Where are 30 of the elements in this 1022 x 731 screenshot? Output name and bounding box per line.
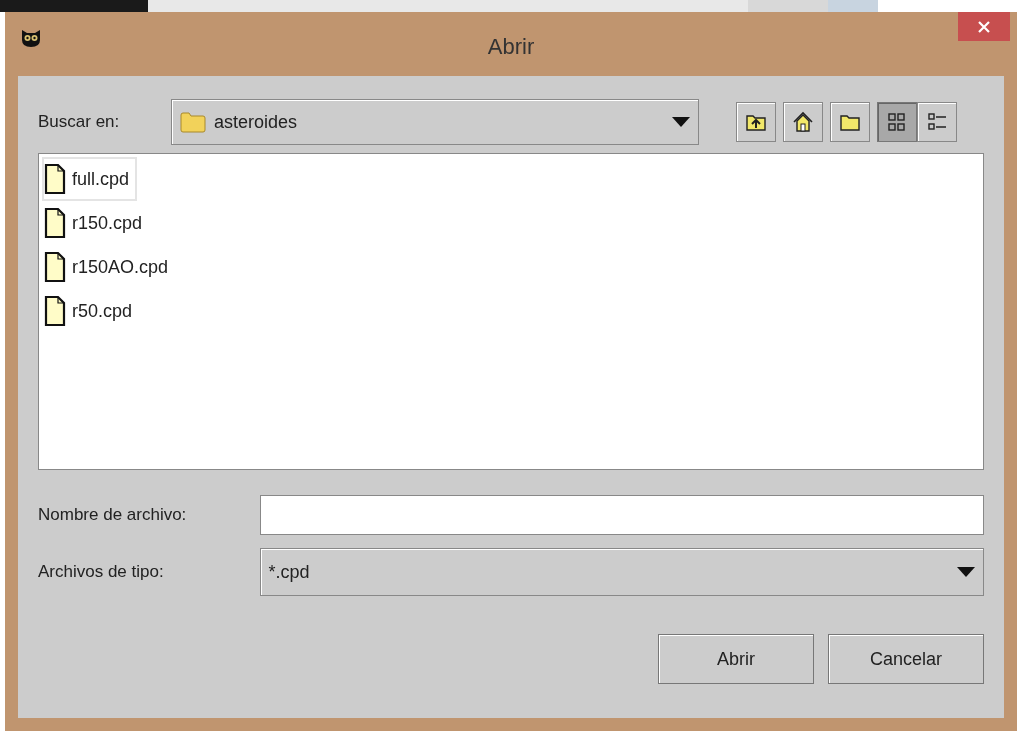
toolbar-button[interactable] (783, 102, 823, 142)
file-item[interactable]: r50.cpd (42, 289, 141, 333)
file-name-label: Nombre de archivo: (38, 504, 188, 527)
folder-icon (180, 111, 206, 133)
file-icon (44, 207, 66, 239)
file-type-dropdown[interactable]: *.cpd (259, 548, 984, 596)
folder-dropdown[interactable]: asteroides (171, 99, 699, 145)
list-view-icon (886, 111, 908, 133)
caret-icon (957, 567, 975, 577)
toolbar-button[interactable] (736, 102, 776, 142)
caret-icon (672, 117, 690, 127)
toolbar-button[interactable] (830, 102, 870, 142)
file-item[interactable]: r150AO.cpd (42, 245, 177, 289)
look-in-label: Buscar en: (38, 111, 121, 134)
owl-icon (20, 28, 42, 48)
dialog-button[interactable]: Cancelar (828, 634, 984, 684)
home-icon (792, 111, 814, 133)
file-icon (44, 295, 66, 327)
dialog-button[interactable]: Abrir (658, 634, 814, 684)
window-title: Abrir (487, 33, 535, 61)
details-view-icon (926, 111, 948, 133)
toolbar-button[interactable] (917, 102, 957, 142)
file-type-label: Archivos de tipo: (38, 561, 165, 584)
file-item[interactable]: full.cpd (42, 157, 138, 201)
close-button[interactable] (958, 12, 1010, 41)
close-icon (978, 20, 990, 33)
file-icon (44, 251, 66, 283)
file-icon (44, 163, 66, 195)
file-item[interactable]: r150.cpd (42, 201, 151, 245)
file-name-field[interactable] (259, 495, 984, 535)
